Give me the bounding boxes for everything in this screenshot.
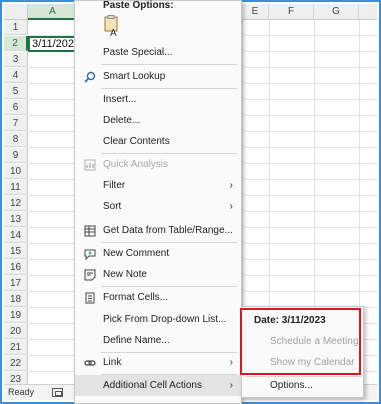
row-header-8[interactable]: 8 [4,132,28,147]
insert-label: Insert... [103,94,137,105]
row-header-18[interactable]: 18 [4,292,28,307]
menu-separator [101,64,237,65]
row-header-5[interactable]: 5 [4,84,28,99]
select-all-corner[interactable] [4,4,28,20]
paste-options-label: Paste Options: [103,0,174,11]
paste-special-item[interactable]: Paste Special... [75,42,241,63]
get-data-label: Get Data from Table/Range... [103,225,233,236]
clear-contents-label: Clear Contents [103,136,170,147]
row-header-15[interactable]: 15 [4,244,28,259]
filter-label: Filter [103,180,126,191]
row-header-10[interactable]: 10 [4,164,28,179]
row-header-11[interactable]: 11 [4,180,28,195]
chevron-right-icon: › [229,357,233,368]
format-cells-label: Format Cells... [103,292,169,303]
smart-lookup-item[interactable]: Smart Lookup [75,66,241,87]
column-header-g[interactable]: G [314,4,359,20]
insert-item[interactable]: Insert... [75,89,241,110]
row-header-23[interactable]: 23 [4,372,28,384]
row-header-20[interactable]: 20 [4,324,28,339]
format-cells-icon [83,291,96,304]
cell-a2[interactable]: 3/11/2023 [28,36,80,52]
row-header-7[interactable]: 7 [4,116,28,131]
define-name-item[interactable]: Define Name... [75,330,241,351]
row-header-6[interactable]: 6 [4,100,28,115]
quick-analysis-item[interactable]: Quick Analysis [75,154,241,175]
context-menu: Paste Options: A Paste Special... Smart … [74,0,242,404]
svg-text:A: A [110,28,117,37]
sort-label: Sort [103,201,122,212]
row-header-19[interactable]: 19 [4,308,28,323]
row-header-21[interactable]: 21 [4,340,28,355]
pick-from-dropdown-label: Pick From Drop-down List... [103,314,227,325]
delete-item[interactable]: Delete... [75,110,241,131]
chevron-right-icon: › [229,180,233,191]
row-header-17[interactable]: 17 [4,276,28,291]
row-header-14[interactable]: 14 [4,228,28,243]
paste-values-icon[interactable]: A [103,15,121,39]
get-data-item[interactable]: Get Data from Table/Range... [75,220,241,241]
additional-cell-actions-label: Additional Cell Actions [103,380,202,391]
row-header-22[interactable]: 22 [4,356,28,371]
quick-analysis-label: Quick Analysis [103,159,169,170]
search-icon [83,70,96,83]
format-cells-item[interactable]: Format Cells... [75,287,241,308]
submenu-separator [246,376,361,377]
new-note-icon [83,268,96,281]
paste-special-label: Paste Special... [103,47,173,58]
row-header-12[interactable]: 12 [4,196,28,211]
filter-item[interactable]: Filter › [75,175,241,196]
options-item[interactable]: Options... [270,380,313,391]
link-label: Link [103,357,122,368]
define-name-label: Define Name... [103,335,170,346]
clear-contents-item[interactable]: Clear Contents [75,131,241,152]
row-header-3[interactable]: 3 [4,52,28,67]
row-header-13[interactable]: 13 [4,212,28,227]
sort-item[interactable]: Sort › [75,196,241,217]
additional-cell-actions-item[interactable]: Additional Cell Actions › [75,375,241,396]
new-comment-label: New Comment [103,248,170,259]
row-header-4[interactable]: 4 [4,68,28,83]
smart-lookup-label: Smart Lookup [103,71,166,82]
chevron-right-icon: › [229,380,233,391]
new-note-label: New Note [103,269,147,280]
accessibility-icon[interactable] [52,388,63,397]
highlight-annotation-box [240,308,361,375]
link-icon [83,356,96,369]
status-text: Ready [8,387,35,397]
column-header-a[interactable]: A [28,4,78,20]
quick-analysis-icon [83,158,96,171]
new-note-item[interactable]: New Note [75,264,241,285]
column-header-e[interactable]: E [242,4,269,20]
row-header-16[interactable]: 16 [4,260,28,275]
row-header-1[interactable]: 1 [4,20,28,35]
delete-label: Delete... [103,115,141,126]
row-header-9[interactable]: 9 [4,148,28,163]
pick-from-dropdown-item[interactable]: Pick From Drop-down List... [75,309,241,330]
table-icon [83,224,96,237]
new-comment-icon [83,247,96,260]
column-header-f[interactable]: F [269,4,314,20]
chevron-right-icon: › [229,201,233,212]
row-header-2[interactable]: 2 [4,36,28,51]
new-comment-item[interactable]: New Comment [75,243,241,264]
link-item[interactable]: Link › [75,352,241,373]
